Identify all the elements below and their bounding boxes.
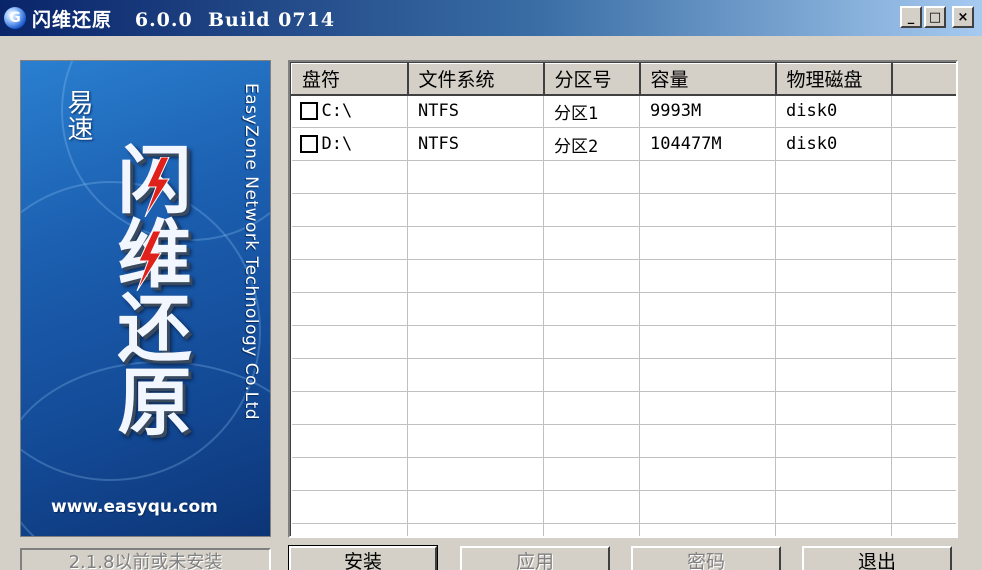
empty-row (291, 424, 956, 458)
column-header-filesystem[interactable]: 文件系统 (407, 63, 545, 96)
partition-cell: 分区2 (543, 127, 640, 161)
title-bar[interactable]: G 闪维还原 6.0.0 Build 0714 _ □ × (0, 0, 982, 36)
empty-cell (891, 127, 956, 161)
drive-cell: C:\ (291, 94, 408, 128)
minimize-button[interactable]: _ (900, 6, 922, 28)
exit-button[interactable]: 退出 (802, 546, 952, 570)
partition-list[interactable]: 盘符 文件系统 分区号 容量 物理磁盘 C:\ NTFS 分区1 9993M d… (288, 60, 958, 538)
filesystem-cell: NTFS (407, 127, 544, 161)
filesystem-cell: NTFS (407, 94, 544, 128)
empty-row (291, 292, 956, 326)
partition-list-inner: 盘符 文件系统 分区号 容量 物理磁盘 C:\ NTFS 分区1 9993M d… (290, 62, 956, 536)
column-header-physical-disk[interactable]: 物理磁盘 (775, 63, 893, 96)
partition-checkbox[interactable] (299, 135, 318, 153)
drive-letter: D:\ (321, 134, 353, 154)
table-row[interactable]: C:\ NTFS 分区1 9993M disk0 (291, 94, 956, 128)
app-icon: G (4, 7, 26, 29)
capacity-cell: 9993M (639, 94, 776, 128)
empty-row (291, 193, 956, 227)
close-button[interactable]: × (952, 6, 974, 28)
drive-letter: C:\ (321, 101, 353, 122)
column-header-capacity[interactable]: 容量 (639, 63, 777, 96)
empty-row (291, 226, 956, 260)
product-banner: 易速 闪维还原 EasyZone Network Technology Co.L… (20, 60, 271, 537)
install-button[interactable]: 安装 (288, 545, 438, 570)
company-name: EasyZone Network Technology Co.Ltd (241, 83, 261, 421)
disk-cell: disk0 (775, 94, 892, 128)
maximize-button[interactable]: □ (924, 6, 946, 28)
window-controls: _ □ × (900, 6, 974, 28)
partition-checkbox[interactable] (299, 102, 318, 121)
password-button[interactable]: 密码 (631, 546, 781, 570)
empty-row (291, 523, 956, 536)
empty-row (291, 391, 956, 425)
version-status: 2.1.8以前或未安装 (20, 548, 271, 570)
table-row[interactable]: D:\ NTFS 分区2 104477M disk0 (291, 127, 956, 161)
window-title: 闪维还原 6.0.0 Build 0714 (32, 8, 336, 31)
website-url: www.easyqu.com (51, 497, 218, 517)
partition-table: 盘符 文件系统 分区号 容量 物理磁盘 C:\ NTFS 分区1 9993M d… (291, 63, 956, 536)
column-header-empty (891, 63, 956, 96)
empty-row (291, 259, 956, 293)
empty-row (291, 490, 956, 524)
drive-cell: D:\ (291, 127, 408, 161)
apply-button[interactable]: 应用 (460, 546, 610, 570)
column-header-partition[interactable]: 分区号 (543, 63, 641, 96)
brand-small-text: 易速 (63, 89, 93, 141)
disk-cell: disk0 (775, 127, 892, 161)
lightning-bolt-icon (144, 157, 170, 217)
empty-row (291, 457, 956, 491)
capacity-cell: 104477M (639, 127, 776, 161)
partition-cell: 分区1 (543, 94, 640, 128)
empty-cell (891, 94, 956, 128)
lightning-bolt-icon (136, 231, 162, 291)
empty-row (291, 160, 956, 194)
empty-row (291, 325, 956, 359)
column-header-drive[interactable]: 盘符 (291, 63, 409, 96)
empty-row (291, 358, 956, 392)
table-header-row: 盘符 文件系统 分区号 容量 物理磁盘 (291, 63, 956, 96)
